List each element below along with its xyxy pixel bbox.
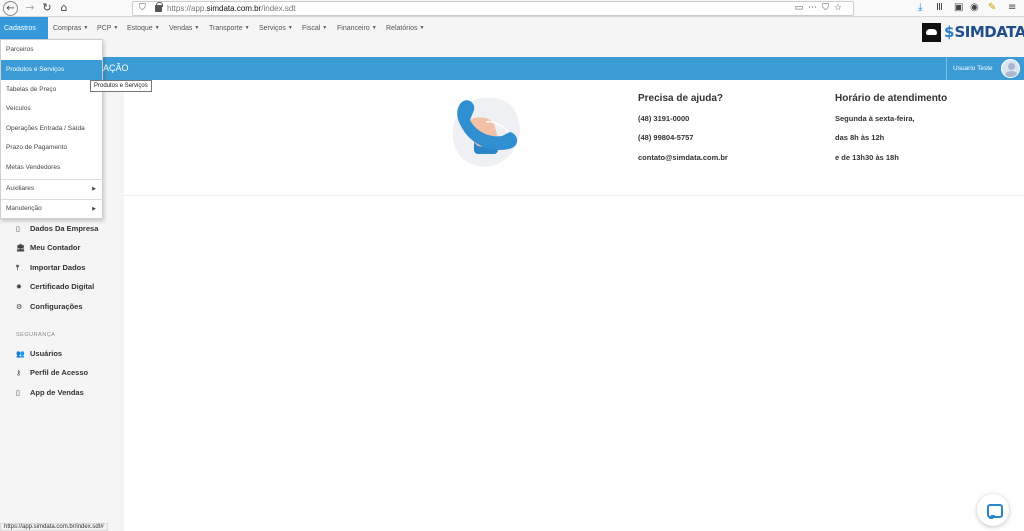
sidebar-item-usuarios[interactable]: 👥 Usuários: [16, 348, 62, 360]
sidebar-item-certificado-digital[interactable]: ✹ Certificado Digital: [16, 281, 94, 293]
library-icon[interactable]: Ⅲ: [936, 1, 943, 15]
dropdown-item-veiculos[interactable]: Veículos: [1, 99, 102, 119]
logo-text: SIMDATA: [954, 23, 1024, 41]
sidebar-toggle-icon[interactable]: ▣: [954, 1, 963, 15]
users-icon: 👥: [16, 350, 25, 358]
chevron-down-icon: ▼: [419, 25, 425, 31]
app-header: Cadastros Compras ▼ PCP ▼ Estoque ▼ Vendas ▼…: [0, 17, 1024, 57]
dropdown-item-metas-vendedores[interactable]: Metas Vendedores: [1, 158, 102, 178]
hours-line-3: e de 13h30 às 18h: [835, 153, 899, 162]
hours-line-2: das 8h às 12h: [835, 133, 885, 142]
menu-relatorios[interactable]: Relatórios ▼: [382, 17, 428, 40]
tooltip: Produtos e Serviços: [90, 80, 152, 92]
lock-icon[interactable]: [155, 2, 163, 12]
sidebar-item-app-de-vendas[interactable]: ▯ App de Vendas: [16, 387, 84, 399]
chevron-down-icon: ▼: [154, 25, 160, 31]
help-title: Precisa de ajuda?: [638, 93, 724, 104]
url-text: https://app.simdata.com.br/index.sdt: [167, 4, 296, 13]
forward-arrow-icon[interactable]: →: [23, 1, 37, 15]
url-bar[interactable]: ⛉ https://app.simdata.com.br/index.sdt ▭…: [132, 1, 854, 16]
status-bar-url: https://app.simdata.com.br/index.sdt#: [0, 523, 108, 531]
dropdown-item-operacoes-entrada-saida[interactable]: Operações Entrada / Saída: [1, 119, 102, 139]
dropdown-item-auxiliares[interactable]: Auxiliares ▶: [1, 179, 102, 199]
gears-icon: ⚙: [16, 303, 23, 311]
menu-pcp[interactable]: PCP ▼: [93, 17, 122, 40]
chevron-down-icon: ▼: [244, 25, 250, 31]
menu-transporte[interactable]: Transporte ▼: [205, 17, 254, 40]
hours-line-1: Segunda à sexta-feira,: [835, 114, 915, 123]
user-name: Usuario Teste: [953, 65, 993, 72]
hours-title: Horário de atendimento: [835, 93, 948, 104]
logo-dollar-icon: $: [944, 23, 955, 41]
page-actions-icon[interactable]: ▭⋯⛉☆: [795, 2, 847, 15]
dropdown-item-produtos-e-servicos[interactable]: Produtos e Serviços: [1, 60, 102, 80]
help-phone-2: (48) 99804-5757: [638, 133, 694, 142]
chat-button[interactable]: [977, 494, 1009, 526]
building-icon: ▯: [16, 225, 20, 233]
dropdown-item-prazo-de-pagamento[interactable]: Prazo de Pagamento: [1, 138, 102, 158]
menu-compras[interactable]: Compras ▼: [49, 17, 92, 40]
upload-icon: ⤒: [16, 264, 20, 272]
user-menu[interactable]: Usuario Teste: [946, 57, 1024, 80]
content-divider: [124, 195, 1024, 196]
dropdown-item-manutencao[interactable]: Manutenção ▶: [1, 199, 102, 219]
account-icon[interactable]: ◉: [970, 1, 979, 15]
avatar[interactable]: [1001, 59, 1020, 78]
chevron-right-icon: ▶: [92, 206, 96, 212]
dropdown-item-tabelas-de-preco[interactable]: Tabelas de Preço: [1, 80, 102, 100]
hamburger-menu-icon[interactable]: ≡: [1008, 1, 1016, 15]
page-title-bar: AÇÃO Usuario Teste: [0, 57, 1024, 80]
page-title: AÇÃO: [103, 63, 129, 73]
help-phone-1: (48) 3191-0000: [638, 114, 690, 123]
chevron-down-icon: ▼: [194, 25, 200, 31]
simdata-logo[interactable]: $ SIMDATA: [922, 22, 1024, 42]
back-arrow-icon[interactable]: ←: [3, 1, 18, 16]
help-email[interactable]: contato@simdata.com.br: [638, 153, 728, 162]
chevron-down-icon: ▼: [113, 25, 119, 31]
chevron-down-icon: ▼: [322, 25, 328, 31]
menu-servicos[interactable]: Serviços ▼: [255, 17, 297, 40]
menu-fiscal[interactable]: Fiscal ▼: [298, 17, 331, 40]
menu-financeiro[interactable]: Financeiro ▼: [333, 17, 381, 40]
shield-icon[interactable]: ⛉: [139, 2, 146, 15]
menu-cadastros[interactable]: Cadastros: [0, 17, 48, 40]
cloud-logo-icon: [922, 22, 941, 42]
extension-icon[interactable]: ✎: [988, 1, 996, 15]
mobile-icon: ▯: [16, 389, 20, 397]
bank-icon: 🏛: [16, 244, 25, 252]
sidebar-item-dados-da-empresa[interactable]: ▯ Dados Da Empresa: [16, 223, 98, 235]
home-icon[interactable]: ⌂: [57, 1, 71, 15]
sidebar-item-importar-dados[interactable]: ⤒ Importar Dados: [16, 262, 85, 274]
sidebar-item-configuracoes[interactable]: ⚙ Configurações: [16, 301, 83, 313]
dropdown-item-parceiros[interactable]: Parceiros: [1, 40, 102, 60]
cadastros-dropdown: Parceiros Produtos e Serviços Tabelas de…: [0, 39, 103, 219]
phone-support-illustration: [452, 97, 521, 167]
menu-vendas[interactable]: Vendas ▼: [165, 17, 203, 40]
download-icon[interactable]: ⤓: [918, 1, 922, 15]
chevron-down-icon: ▼: [83, 25, 89, 31]
reload-icon[interactable]: ↻: [40, 1, 54, 15]
sidebar-section-seguranca: SEGURANÇA: [16, 332, 56, 338]
chevron-right-icon: ▶: [92, 186, 96, 192]
browser-toolbar: ← → ↻ ⌂ ⛉ https://app.simdata.com.br/ind…: [0, 0, 1024, 17]
chevron-down-icon: ▼: [371, 25, 377, 31]
sidebar-item-perfil-de-acesso[interactable]: ⚷ Perfil de Acesso: [16, 367, 88, 379]
certificate-icon: ✹: [16, 283, 22, 291]
menu-estoque[interactable]: Estoque ▼: [123, 17, 164, 40]
chevron-down-icon: ▼: [287, 25, 293, 31]
sidebar-item-meu-contador[interactable]: 🏛 Meu Contador: [16, 242, 80, 254]
key-icon: ⚷: [16, 369, 22, 377]
